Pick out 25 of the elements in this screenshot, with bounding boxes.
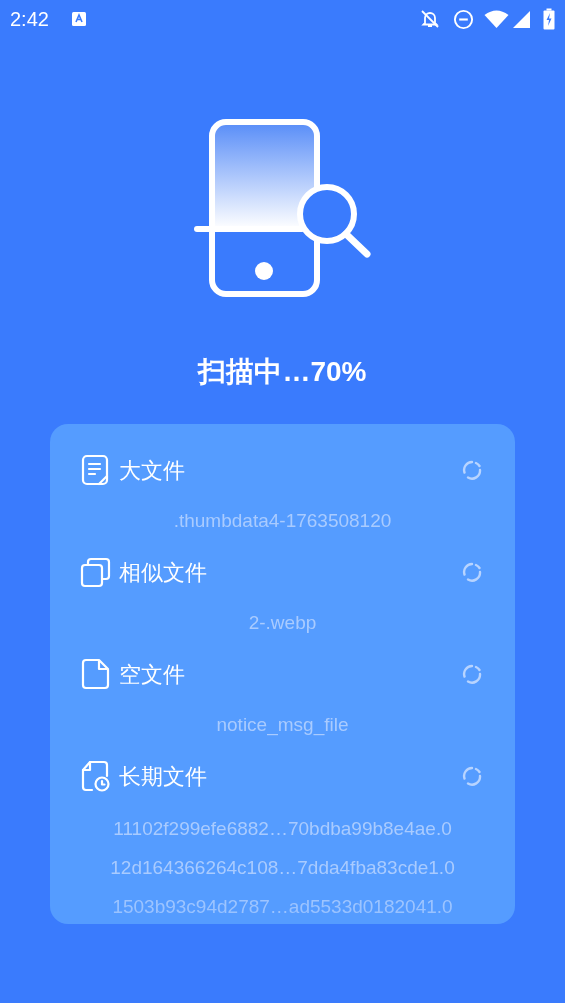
do-not-disturb-icon [453, 8, 474, 30]
file-name: 2-.webp [248, 610, 317, 635]
file-name: 11102f299efe6882…70bdba99b8e4ae.0 [113, 817, 452, 842]
loading-spinner-icon [461, 561, 483, 583]
file-clock-icon [80, 760, 112, 792]
file-icon [80, 658, 112, 690]
loading-spinner-icon [461, 765, 483, 787]
loading-spinner-icon [461, 459, 483, 481]
category-label: 空文件 [119, 660, 186, 689]
status-time: 2:42 [10, 7, 49, 32]
scan-progress-title: 扫描中…70% [198, 355, 367, 389]
signal-icon [512, 9, 531, 29]
file-name: 1503b93c94d2787…ad5533d0182041.0 [112, 895, 453, 920]
copy-icon [80, 556, 112, 588]
file-name: 12d164366264c108…7dda4fba83cde1.0 [110, 856, 455, 881]
file-name: .thumbdata4-1763508120 [173, 508, 392, 533]
keyboard-app-icon [70, 11, 87, 27]
file-name: notice_msg_file [216, 712, 349, 738]
notifications-off-icon [419, 8, 441, 30]
wifi-icon [484, 9, 509, 29]
category-label: 长期文件 [119, 762, 208, 791]
category-label: 相似文件 [119, 558, 208, 587]
loading-spinner-icon [461, 663, 483, 685]
category-label: 大文件 [119, 456, 186, 485]
battery-charging-icon [543, 8, 555, 30]
